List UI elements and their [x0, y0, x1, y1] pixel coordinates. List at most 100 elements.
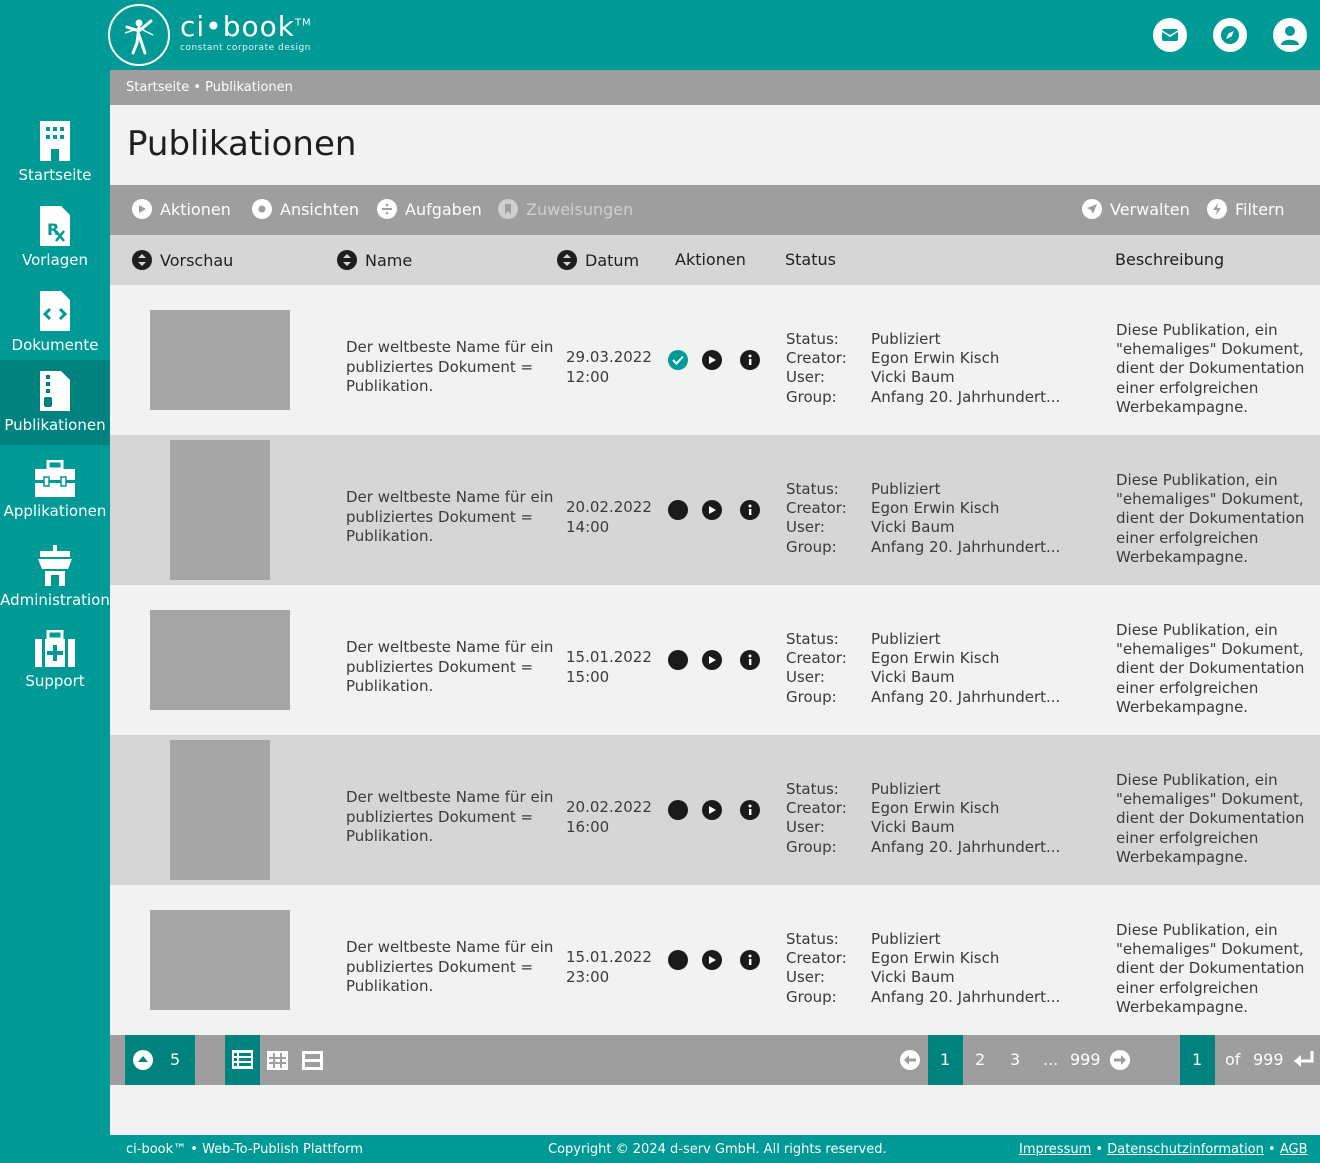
publication-date: 20.02.2022 16:00 [566, 798, 666, 837]
status-labels: Status: Creator: User: Group: [786, 480, 847, 556]
first-aid-icon [35, 630, 75, 667]
status-values: Publiziert Egon Erwin Kisch Vicki Baum Anfa… [871, 330, 1060, 407]
column-vorschau[interactable]: Vorschau [132, 250, 233, 270]
column-beschreibung: Beschreibung [1115, 250, 1225, 269]
sidebar: Startseite R Vorlagen Dokumente Publikat… [0, 70, 110, 1163]
compass-icon[interactable] [1213, 18, 1247, 52]
zuweisungen-button[interactable]: Zuweisungen [498, 199, 633, 219]
play-icon[interactable] [702, 800, 722, 820]
publication-date: 15.01.2022 23:00 [566, 948, 666, 987]
page-2-button[interactable]: 2 [975, 1050, 985, 1069]
info-icon[interactable] [740, 350, 760, 370]
list-view-button[interactable] [225, 1035, 260, 1085]
impressum-link[interactable]: Impressum [1019, 1142, 1091, 1157]
publication-date: 29.03.2022 12:00 [566, 348, 666, 387]
mail-icon[interactable] [1153, 18, 1187, 52]
status-dot-icon[interactable] [668, 800, 688, 820]
publication-description: Diese Publikation, ein "ehemaliges" Doku… [1116, 771, 1305, 866]
per-page-value: 5 [170, 1050, 181, 1069]
sidebar-item-vorlagen[interactable]: R Vorlagen [0, 195, 110, 280]
status-dot-icon[interactable] [668, 650, 688, 670]
sidebar-item-label: Vorlagen [21, 251, 89, 269]
column-name[interactable]: Name [337, 250, 412, 270]
play-icon[interactable] [702, 950, 722, 970]
filtern-label: Filtern [1235, 199, 1285, 219]
table-header: Vorschau Name Datum Aktionen Status Besc… [110, 235, 1320, 285]
footer-separator: • [1268, 1142, 1276, 1157]
publication-name[interactable]: Der weltbeste Name für ein publiziertes … [346, 938, 556, 997]
ci-book-logo-icon[interactable] [108, 4, 170, 66]
sidebar-item-publikationen[interactable]: Publikationen [0, 360, 110, 445]
sidebar-item-label: Startseite [18, 166, 92, 184]
status-dot-icon[interactable] [668, 950, 688, 970]
sidebar-item-dokumente[interactable]: Dokumente [0, 280, 110, 365]
preview-thumbnail[interactable] [150, 310, 290, 410]
play-icon[interactable] [702, 500, 722, 520]
info-icon[interactable] [740, 650, 760, 670]
prev-page-icon[interactable] [900, 1050, 920, 1070]
publication-description: Diese Publikation, ein "ehemaliges" Doku… [1116, 621, 1305, 716]
table-row[interactable]: Der weltbeste Name für ein publiziertes … [110, 285, 1320, 435]
footer-separator: • [1095, 1142, 1104, 1157]
top-bar: ci•bookTM constant corporate design [0, 0, 1320, 70]
ansichten-label: Ansichten [280, 199, 360, 219]
info-icon[interactable] [740, 800, 760, 820]
page-1-button[interactable]: 1 [928, 1035, 963, 1085]
next-page-icon[interactable] [1110, 1050, 1130, 1070]
preview-thumbnail[interactable] [150, 910, 290, 1010]
preview-thumbnail[interactable] [150, 610, 290, 710]
ansichten-button[interactable]: Ansichten [252, 199, 359, 219]
enter-return-icon[interactable] [1293, 1051, 1315, 1069]
status-dot-icon[interactable] [668, 500, 688, 520]
status-values: Publiziert Egon Erwin Kisch Vicki Baum Anfa… [871, 930, 1060, 1007]
card-view-icon[interactable] [302, 1051, 323, 1070]
sidebar-item-label: Applikationen [3, 502, 107, 520]
approved-check-icon[interactable] [668, 350, 688, 370]
user-value: Vicki Baum [871, 818, 955, 837]
preview-thumbnail[interactable] [170, 440, 270, 580]
aktionen-button[interactable]: Aktionen [132, 199, 231, 219]
publication-description: Diese Publikation, ein "ehemaliges" Doku… [1116, 471, 1305, 566]
time: 16:00 [566, 817, 610, 836]
status-value: Publiziert [871, 480, 941, 498]
aufgaben-button[interactable]: Aufgaben [377, 199, 482, 219]
column-datum[interactable]: Datum [557, 250, 639, 270]
breadcrumb[interactable]: Startseite • Publikationen [110, 70, 1320, 105]
status-value: Publiziert [871, 330, 941, 348]
building-icon [40, 121, 70, 161]
info-icon[interactable] [740, 500, 760, 520]
table-row[interactable]: Der weltbeste Name für ein publiziertes … [110, 885, 1320, 1035]
datenschutz-link[interactable]: Datenschutzinformation [1107, 1142, 1264, 1157]
agb-link[interactable]: AGB [1280, 1142, 1308, 1157]
preview-thumbnail[interactable] [170, 740, 270, 880]
publication-name[interactable]: Der weltbeste Name für ein publiziertes … [346, 488, 556, 547]
play-icon[interactable] [702, 350, 722, 370]
page-3-button[interactable]: 3 [1010, 1050, 1020, 1069]
sidebar-item-support[interactable]: Support [0, 620, 110, 705]
table-row[interactable]: Der weltbeste Name für ein publiziertes … [110, 735, 1320, 885]
publication-name[interactable]: Der weltbeste Name für ein publiziertes … [346, 788, 556, 847]
publication-name[interactable]: Der weltbeste Name für ein publiziertes … [346, 638, 556, 697]
user-icon[interactable] [1273, 18, 1307, 52]
grid-view-icon[interactable] [267, 1051, 288, 1070]
current-page-input[interactable]: 1 [1180, 1035, 1215, 1085]
per-page-selector[interactable]: 5 [125, 1035, 195, 1085]
of-label: of [1225, 1050, 1241, 1069]
table-row[interactable]: Der weltbeste Name für ein publiziertes … [110, 585, 1320, 735]
play-icon[interactable] [702, 650, 722, 670]
lightning-icon [1207, 199, 1227, 219]
time: 14:00 [566, 517, 610, 536]
filtern-button[interactable]: Filtern [1207, 199, 1284, 219]
sidebar-item-startseite[interactable]: Startseite [0, 110, 110, 195]
sidebar-item-administration[interactable]: Administration [0, 535, 110, 620]
verwalten-button[interactable]: Verwalten [1082, 199, 1190, 219]
sort-icon [337, 250, 357, 270]
sort-icon [557, 250, 577, 270]
sidebar-item-label: Dokumente [11, 336, 99, 354]
publication-name[interactable]: Der weltbeste Name für ein publiziertes … [346, 338, 556, 397]
table-row[interactable]: Der weltbeste Name für ein publiziertes … [110, 435, 1320, 585]
sidebar-item-applikationen[interactable]: Applikationen [0, 450, 110, 535]
sort-icon [132, 250, 152, 270]
page-999-button[interactable]: 999 [1070, 1050, 1101, 1069]
info-icon[interactable] [740, 950, 760, 970]
